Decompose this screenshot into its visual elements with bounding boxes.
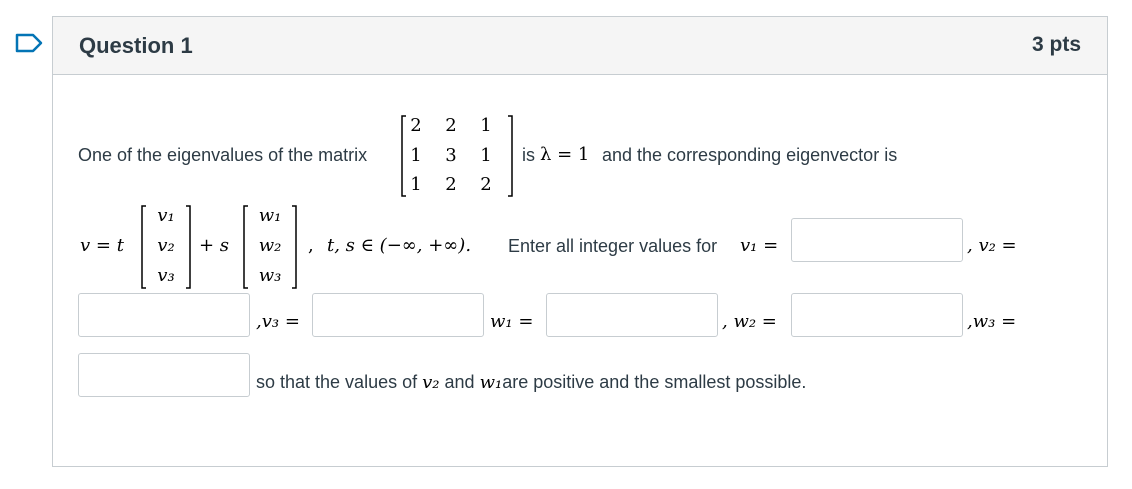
w3-label: ,w₃ = (967, 311, 1017, 332)
w3-answer-input[interactable] (78, 353, 250, 397)
matrix-cell: 1 (480, 145, 492, 166)
v1-label: v₁ = (740, 235, 779, 256)
vector-v-entry: v₂ (157, 235, 175, 256)
v2-label: , v₂ = (967, 235, 1017, 256)
is-text: is (522, 145, 535, 165)
matrix-cell: 1 (410, 145, 422, 166)
w2-answer-input[interactable] (791, 293, 963, 337)
matrix-cell: 1 (480, 115, 492, 136)
matrix-cell: 2 (480, 174, 492, 195)
unanswered-flag-icon[interactable] (15, 33, 43, 53)
v1-answer-input[interactable] (791, 218, 963, 262)
plus-s: + s (199, 235, 230, 256)
w1-label: w₁ = (490, 311, 534, 332)
matrix-cell: 2 (445, 115, 457, 136)
matrix-cell: 2 (445, 174, 457, 195)
matrix-a: 2 2 1 1 3 1 1 2 2 (399, 113, 515, 199)
closing-lead: so that the values of (256, 372, 418, 392)
v-equals-t: v = t (80, 235, 124, 256)
eigenvector-text: and the corresponding eigenvector is (602, 145, 898, 165)
vector-w-entry: w₁ (258, 205, 282, 226)
matrix-cell: 2 (410, 115, 422, 136)
v2-answer-input[interactable] (78, 293, 250, 337)
closing-v2: v₂ (422, 372, 440, 393)
domain-expression: t, s ∈ (−∞, +∞). (327, 235, 472, 256)
vector-v: v₁ v₂ v₃ (139, 203, 193, 291)
closing-end: are positive and the smallest possible. (502, 372, 807, 392)
vector-w: w₁ w₂ w₃ (241, 203, 299, 291)
vector-v-entry: v₃ (157, 265, 175, 286)
w1-answer-input[interactable] (546, 293, 718, 337)
enter-text: Enter all integer values for (508, 236, 718, 256)
closing-w1: w₁ (479, 372, 503, 393)
w2-label: , w₂ = (722, 311, 777, 332)
vector-w-entry: w₃ (258, 265, 282, 286)
question-header: Question 1 3 pts (53, 17, 1107, 75)
v3-answer-input[interactable] (312, 293, 484, 337)
question-card: Question 1 3 pts One of the eigenvalues … (52, 16, 1108, 467)
comma-separator: , (308, 235, 314, 256)
closing-text: so that the values of v₂ and w₁are posit… (256, 372, 806, 393)
question-title: Question 1 (79, 33, 193, 58)
v3-label: ,v₃ = (256, 311, 300, 332)
closing-and: and (444, 372, 475, 392)
vector-v-entry: v₁ (157, 205, 175, 226)
lambda-expression: λ = 1 (540, 144, 590, 165)
intro-text: One of the eigenvalues of the matrix (78, 145, 368, 165)
question-points: 3 pts (1031, 33, 1081, 56)
matrix-cell: 1 (410, 174, 422, 195)
vector-w-entry: w₂ (258, 235, 282, 256)
matrix-cell: 3 (445, 145, 457, 166)
